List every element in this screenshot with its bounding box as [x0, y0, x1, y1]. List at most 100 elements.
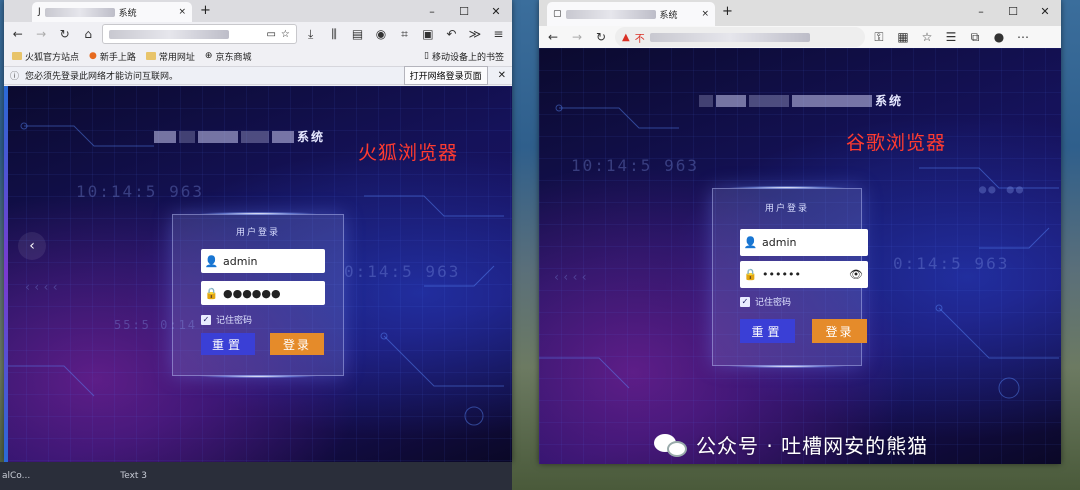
remember-password-checkbox[interactable]: ✓ 记住密码: [201, 313, 252, 326]
back-icon[interactable]: ←: [543, 27, 563, 47]
key-icon[interactable]: ⚿: [869, 27, 889, 47]
maximize-button[interactable]: ☐: [448, 0, 480, 22]
redacted-text: [699, 94, 713, 107]
deco-chevrons: ‹‹‹‹: [553, 270, 590, 284]
reload-icon[interactable]: ↻: [55, 24, 74, 44]
translate-icon[interactable]: ▦: [893, 27, 913, 47]
firefox-window: J 系统 × + – ☐ ✕ ← → ↻ ⌂ ▭ ☆ ⤓ ⫼ ▤ ◉ ⌗ ▣ ↶…: [4, 0, 512, 462]
firefox-bookmarks-bar: 火狐官方站点 ● 新手上路 常用网址 ⊕ 京东商城 ▯ 移动设备上的书签: [4, 47, 512, 65]
redacted-url: [649, 32, 810, 42]
firefox-nav-bar: ← → ↻ ⌂ ▭ ☆ ⤓ ⫼ ▤ ◉ ⌗ ▣ ↶ ≫ ≡: [4, 22, 512, 46]
password-value: ••••••: [762, 268, 801, 281]
redacted-text: [154, 130, 176, 143]
show-password-eye-icon[interactable]: 👁: [849, 268, 863, 281]
login-title: 用户登录: [764, 204, 809, 214]
firefox-logo-icon: ●: [89, 51, 97, 61]
firefox-url-bar[interactable]: ▭ ☆: [101, 24, 297, 44]
bookmark-label: 移动设备上的书签: [431, 52, 504, 63]
password-field[interactable]: 🔒 ●●●●●●: [201, 281, 325, 305]
wechat-watermark: 公众号 · 吐槽网安的熊猫: [654, 430, 928, 459]
login-panel: 用户登录 👤 admin 🔒 ●●●●●● ✓ 记住密码 重置 登录: [172, 212, 344, 378]
more-tools-button[interactable]: ≫: [465, 24, 484, 44]
taskbar-item[interactable]: Text 3: [120, 471, 147, 481]
user-icon: 👤: [204, 254, 219, 268]
close-window-button[interactable]: ✕: [1029, 0, 1061, 22]
username-field[interactable]: 👤 admin: [740, 229, 868, 256]
bookmark-label: 火狐官方站点: [25, 52, 80, 63]
not-secure-label: 不: [634, 33, 645, 45]
forward-icon[interactable]: →: [31, 24, 50, 44]
page-actions-icon[interactable]: ▭: [266, 29, 275, 40]
info-icon: ⓘ: [10, 72, 20, 82]
captive-portal-notice: ⓘ 您必须先登录此网络才能访问互联网。 打开网络登录页面 ✕: [4, 66, 512, 85]
profile-icon[interactable]: ●: [989, 27, 1009, 47]
back-icon[interactable]: ←: [8, 24, 27, 44]
remember-password-checkbox[interactable]: ✓ 记住密码: [740, 295, 791, 308]
bookmark-item[interactable]: 常用网址: [145, 50, 195, 63]
redacted-url: [108, 29, 229, 39]
bookmark-item[interactable]: ⊕ 京东商城: [205, 50, 252, 63]
download-icon[interactable]: ⤓: [301, 24, 320, 44]
deco-dots: ●● ●●: [979, 182, 1026, 196]
chrome-address-bar[interactable]: ▲ 不: [615, 27, 865, 47]
tab-close-icon[interactable]: ×: [701, 9, 709, 19]
screenshot-icon[interactable]: ⌗: [395, 24, 414, 44]
mobile-bookmarks[interactable]: ▯ 移动设备上的书签: [424, 50, 504, 63]
chrome-annotation: 谷歌浏览器: [846, 132, 947, 154]
bookmark-star-icon[interactable]: ☆: [917, 27, 937, 47]
redacted-text: [272, 130, 294, 143]
system-title: 系统: [699, 92, 903, 109]
menu-icon[interactable]: ⋯: [1013, 27, 1033, 47]
menu-icon[interactable]: ≡: [489, 24, 508, 44]
redacted-text: [241, 130, 269, 143]
username-field[interactable]: 👤 admin: [201, 249, 325, 273]
bookmark-star-icon[interactable]: ☆: [281, 29, 290, 40]
new-tab-button[interactable]: +: [200, 3, 211, 18]
collections-icon[interactable]: ⧉: [965, 27, 985, 47]
minimize-button[interactable]: –: [416, 0, 448, 22]
library-icon[interactable]: ⫼: [324, 24, 343, 44]
chrome-nav-bar: ← → ↻ ▲ 不 ⚿ ▦ ☆ ☰ ⧉ ● ⋯: [539, 26, 1061, 48]
system-title-suffix: 系统: [875, 94, 904, 108]
globe-icon: ⊕: [204, 51, 213, 61]
deco-digits: 0:14:5 963: [344, 262, 461, 281]
lock-icon: 🔒: [743, 268, 758, 281]
login-title: 用户登录: [235, 228, 280, 238]
side-strip: [4, 86, 8, 462]
chrome-page-content: 10:14:5 963 0:14:5 963 ‹‹‹‹ ●● ●● 系统 用户登…: [539, 48, 1061, 464]
reset-button[interactable]: 重置: [201, 333, 255, 355]
reload-icon[interactable]: ↻: [591, 27, 611, 47]
sidebar-icon[interactable]: ▤: [348, 24, 367, 44]
chrome-active-tab[interactable]: ▢ 系统 ×: [547, 2, 715, 26]
system-title: 系统: [154, 128, 325, 145]
account-icon[interactable]: ◉: [371, 24, 390, 44]
check-icon: ✓: [740, 296, 750, 307]
user-icon: 👤: [743, 236, 758, 249]
taskbar-item[interactable]: alCo...: [2, 471, 30, 481]
open-login-page-button[interactable]: 打开网络登录页面: [403, 66, 488, 85]
redacted-text: [749, 94, 789, 107]
taskbar: alCo... Text 3: [0, 462, 512, 490]
minimize-button[interactable]: –: [965, 0, 997, 22]
carousel-prev-icon[interactable]: ‹: [18, 232, 46, 260]
reset-button[interactable]: 重置: [740, 319, 795, 343]
close-window-button[interactable]: ✕: [480, 0, 512, 22]
new-tab-button[interactable]: +: [722, 4, 733, 19]
tab-close-icon[interactable]: ×: [178, 7, 186, 17]
forward-icon[interactable]: →: [567, 27, 587, 47]
undo-icon[interactable]: ↶: [442, 24, 461, 44]
firefox-active-tab[interactable]: J 系统 ×: [32, 2, 192, 22]
password-field[interactable]: 🔒 •••••• 👁: [740, 261, 868, 288]
login-button[interactable]: 登录: [812, 319, 867, 343]
reading-list-icon[interactable]: ☰: [941, 27, 961, 47]
firefox-tab-bar: J 系统 × + – ☐ ✕: [4, 0, 512, 22]
home-icon[interactable]: ⌂: [78, 24, 97, 44]
bookmark-item[interactable]: ● 新手上路: [89, 50, 136, 63]
bookmark-item[interactable]: 火狐官方站点: [12, 50, 79, 63]
remember-label: 记住密码: [755, 298, 792, 308]
firefox-annotation: 火狐浏览器: [358, 142, 459, 164]
extension-icon[interactable]: ▣: [418, 24, 437, 44]
notice-close-icon[interactable]: ✕: [498, 70, 506, 81]
login-button[interactable]: 登录: [270, 333, 324, 355]
maximize-button[interactable]: ☐: [997, 0, 1029, 22]
